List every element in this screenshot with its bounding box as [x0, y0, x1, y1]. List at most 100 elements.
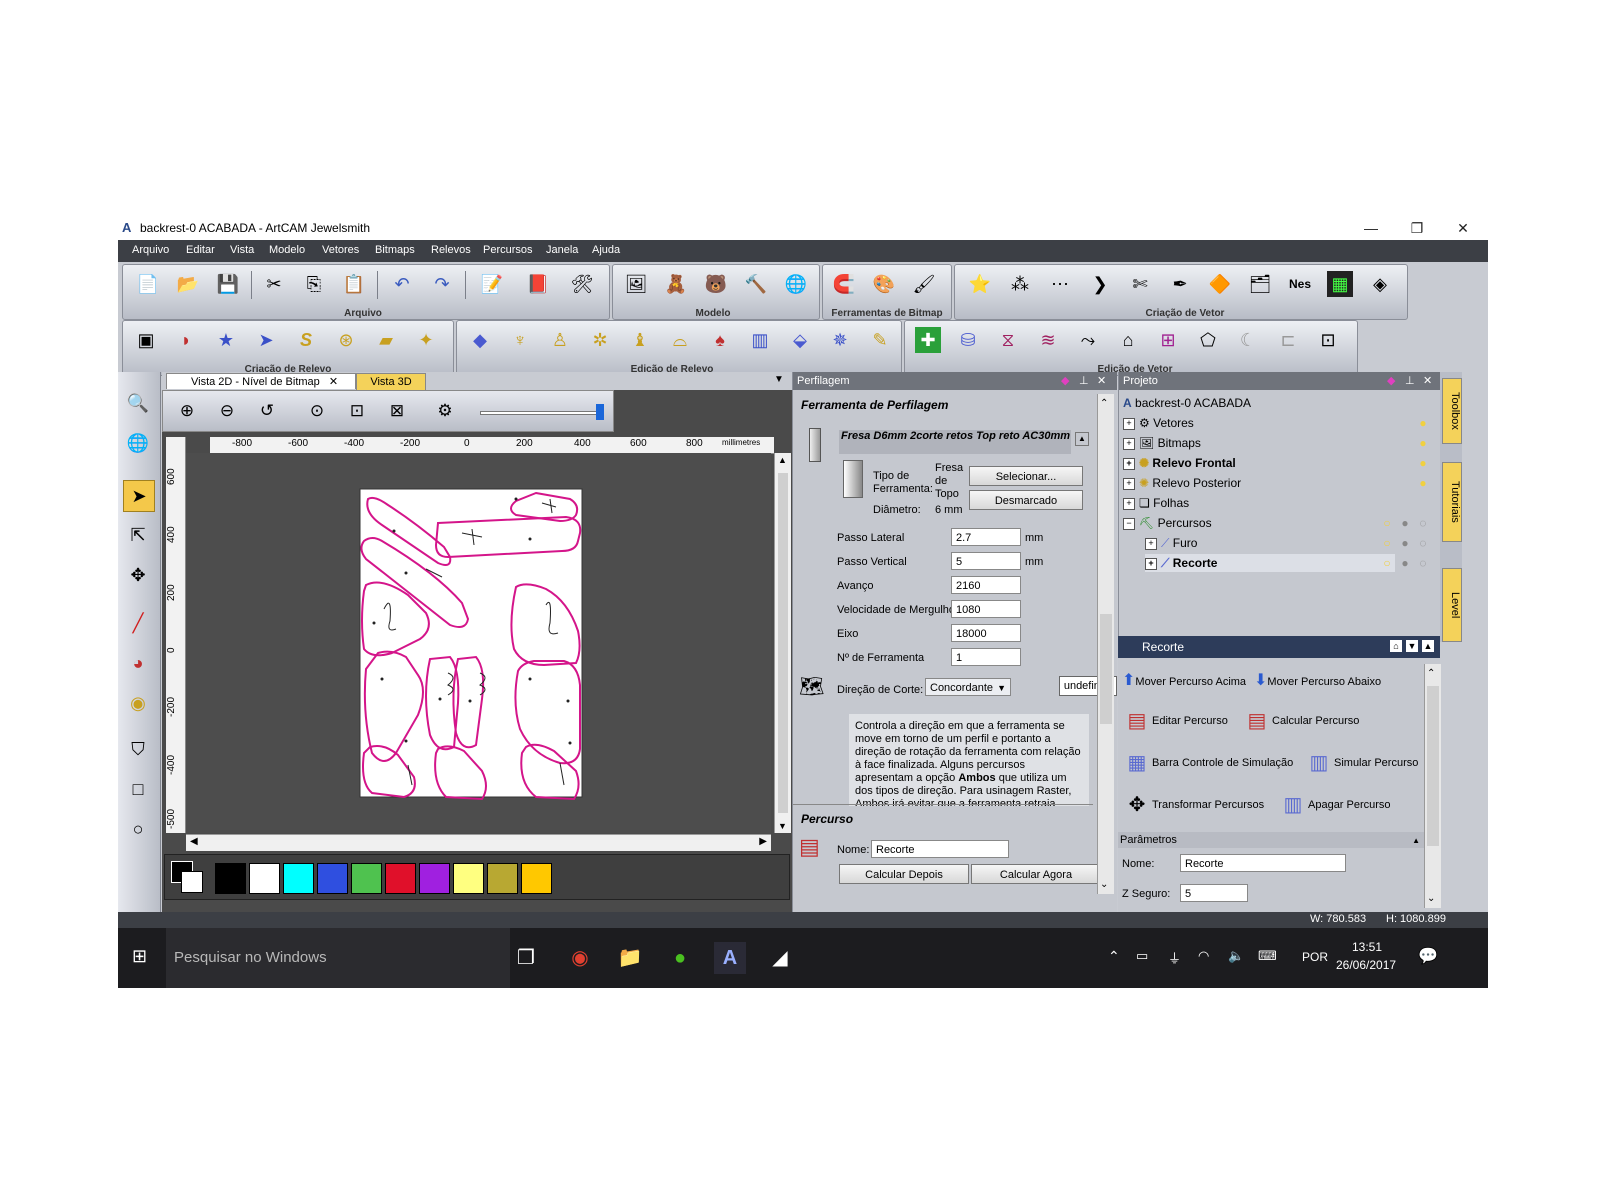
grayscale-bear-icon[interactable]: 🐻 [703, 271, 729, 297]
palette-swatch[interactable] [453, 863, 484, 894]
tree-icon[interactable]: ♠ [707, 327, 733, 353]
scroll-down-icon[interactable]: ▼ [778, 821, 787, 831]
tray-wifi-icon[interactable]: ◠ [1198, 948, 1209, 964]
globe-icon[interactable]: 🌐 [123, 428, 153, 458]
artwork-svg[interactable] [186, 453, 771, 833]
zoom-previous-icon[interactable]: ↺ [253, 397, 281, 425]
bracket-icon[interactable]: ⊏ [1275, 327, 1301, 353]
zoom-out-icon[interactable]: ⊖ [213, 397, 241, 425]
file-explorer-icon[interactable]: 📁 [614, 942, 646, 974]
artcam-taskbar-icon[interactable]: A [714, 942, 746, 974]
circle-icon[interactable]: ○ [123, 814, 153, 844]
select-arrow-icon[interactable]: ➤ [123, 480, 155, 512]
panel-close-icon[interactable]: ✕ [1097, 372, 1106, 390]
pencil-relief-icon[interactable]: ✎ [867, 327, 893, 353]
panel-pin-icon[interactable]: ⊥ [1079, 372, 1089, 390]
plate-icon[interactable]: ▰ [373, 327, 399, 353]
tree-item-percursos[interactable]: − ⛏ Percursos [1123, 514, 1212, 532]
drawing-canvas[interactable] [186, 453, 771, 833]
palette-swatch[interactable] [385, 863, 416, 894]
visibility-bulb-icon[interactable]: ◌ [1417, 516, 1429, 530]
undo-icon[interactable]: ↶ [389, 271, 415, 297]
zoom-all-icon[interactable]: ⊠ [383, 397, 411, 425]
proj-pin-icon[interactable]: ⊥ [1405, 372, 1415, 390]
calcular-agora-button[interactable]: Calcular Agora [971, 864, 1101, 884]
paste-icon[interactable]: 📋 [341, 271, 367, 297]
shape-icon[interactable]: ⬠ [1195, 327, 1221, 353]
arc-icon[interactable]: ☾ [1235, 327, 1261, 353]
app-dark-icon[interactable]: ◢ [764, 942, 796, 974]
magnet-icon[interactable]: 🧲 [831, 271, 857, 297]
compass-star-icon[interactable]: ✵ [827, 327, 853, 353]
weave-icon[interactable]: ⊛ [333, 327, 359, 353]
visibility-bulb-icon[interactable]: ● [1399, 536, 1411, 550]
percurso-nome-input[interactable]: Recorte [871, 840, 1009, 858]
menu-ajuda[interactable]: Ajuda [592, 244, 620, 256]
pen-icon[interactable]: ✒ [1167, 271, 1193, 297]
sculpt-icon[interactable]: ♙ [547, 327, 573, 353]
curve-icon[interactable]: ❯ [1087, 271, 1113, 297]
cut-icon[interactable]: ✂ [261, 271, 287, 297]
perf-scroll-thumb[interactable] [1100, 614, 1112, 724]
visibility-bulb-icon[interactable]: ● [1417, 436, 1429, 450]
menu-janela[interactable]: Janela [546, 244, 578, 256]
visibility-bulb-icon[interactable]: ◌ [1417, 536, 1429, 550]
globe-grid-icon[interactable]: 🌐 [783, 271, 809, 297]
teddy-bear-icon[interactable]: 🧸 [663, 271, 689, 297]
copy-icon[interactable]: ⎘ [301, 271, 327, 297]
calcular-depois-button[interactable]: Calcular Depois [839, 864, 969, 884]
model-size-icon[interactable]: 🖼 [623, 271, 649, 297]
mirror-icon[interactable]: ⧖ [995, 327, 1021, 353]
calcular-percurso-action[interactable]: ▤ Calcular Percurso [1242, 706, 1360, 736]
tray-chevron-up-icon[interactable]: ⌃ [1108, 948, 1120, 965]
bitmap-layer-icon[interactable]: ⚙ [431, 397, 459, 425]
tab-toolbox[interactable]: Toolbox [1442, 378, 1462, 444]
save-icon[interactable]: 💾 [215, 271, 241, 297]
node-path-icon[interactable]: ⋯ [1047, 271, 1073, 297]
tab-vista-3d[interactable]: Vista 3D [356, 373, 426, 390]
zoom-slider-track[interactable] [480, 411, 602, 415]
menu-relevos[interactable]: Relevos [431, 244, 471, 256]
recorte-nome-input[interactable]: Recorte [1180, 854, 1346, 872]
notes-icon[interactable]: 📝 [479, 271, 505, 297]
visibility-bulb-icon[interactable]: ○ [1381, 536, 1393, 550]
apagar-percurso-action[interactable]: ▥ Apagar Percurso [1278, 790, 1391, 820]
tree-item-furo[interactable]: + ⟋ Furo [1145, 534, 1197, 552]
visibility-bulb-icon[interactable]: ○ [1381, 516, 1393, 530]
menu-editar[interactable]: Editar [186, 244, 215, 256]
node-edit-icon[interactable]: ⇱ [123, 520, 153, 550]
tree-item-relevo-posterior[interactable]: + ✺ Relevo Posterior [1123, 474, 1241, 492]
selecionar-button[interactable]: Selecionar... [969, 466, 1083, 486]
scroll-right-icon[interactable]: ▶ [759, 836, 767, 847]
simular-percurso-action[interactable]: ▥ Simular Percurso [1304, 748, 1419, 778]
scroll-thumb[interactable] [778, 473, 788, 813]
open-folder-icon[interactable]: 📂 [175, 271, 201, 297]
preferences-icon[interactable]: 🛠 [569, 271, 595, 297]
canvas-horizontal-scrollbar[interactable]: ◀ ▶ [186, 834, 771, 851]
recorte-scrollbar[interactable]: ⌃ ⌄ [1424, 664, 1441, 908]
eixo-input[interactable]: 18000 [951, 624, 1021, 642]
tab-vista-2d[interactable]: Vista 2D - Nível de Bitmap ✕ [166, 373, 356, 389]
mergulho-input[interactable]: 1080 [951, 600, 1021, 618]
scissors-vector-icon[interactable]: ✄ [1127, 271, 1153, 297]
tab-level[interactable]: Level [1442, 568, 1462, 642]
bell-curve-icon[interactable]: ⌂ [1115, 327, 1141, 353]
palette-swatch[interactable] [351, 863, 382, 894]
menu-modelo[interactable]: Modelo [269, 244, 305, 256]
s-sweep-icon[interactable]: S [293, 327, 319, 353]
barra-simulacao-action[interactable]: ▦ Barra Controle de Simulação [1122, 748, 1294, 778]
collapse-up-icon[interactable]: ▲ [1422, 640, 1434, 652]
proj-close-icon[interactable]: ✕ [1423, 372, 1432, 390]
weld-icon[interactable]: 🔶 [1207, 271, 1233, 297]
move-icon[interactable]: ✥ [123, 560, 153, 590]
draw-pen-icon[interactable]: ╱ [123, 608, 153, 638]
app-green-icon[interactable]: ● [664, 942, 696, 974]
close-tab-icon[interactable]: ✕ [329, 376, 338, 388]
windows-start-icon[interactable]: ⊞ [132, 946, 152, 966]
palette-swatch[interactable] [317, 863, 348, 894]
close-button[interactable]: ✕ [1440, 216, 1486, 240]
palette-swatch[interactable] [521, 863, 552, 894]
rec-scroll-thumb[interactable] [1427, 686, 1439, 846]
new-file-icon[interactable]: 📄 [135, 271, 161, 297]
rec-scroll-up-icon[interactable]: ⌃ [1427, 668, 1435, 679]
